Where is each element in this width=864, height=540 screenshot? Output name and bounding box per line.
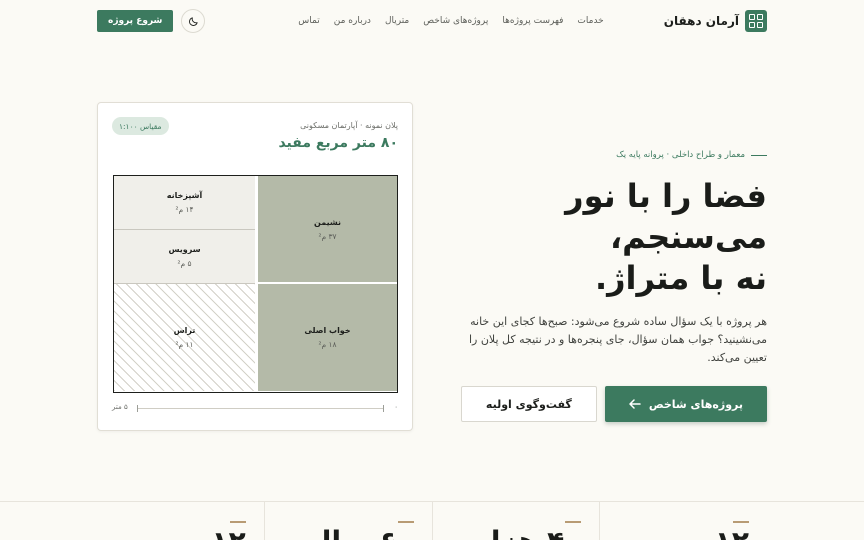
room-master-bedroom: خواب اصلی ۱۸ م² — [257, 284, 397, 391]
hero-actions: پروژه‌های شاخص گفت‌وگوی اولیه — [460, 386, 767, 422]
scale-bar-line — [137, 408, 384, 409]
menu-item-materials[interactable]: متریال — [385, 16, 409, 26]
main-menu: خدمات فهرست پروژه‌ها پروژه‌های شاخص متری… — [298, 16, 603, 26]
featured-projects-button[interactable]: پروژه‌های شاخص — [604, 386, 767, 422]
scale-bar: ۰ ۵ متر — [112, 403, 398, 413]
initial-consultation-button[interactable]: گفت‌وگوی اولیه — [460, 386, 597, 422]
nav-tools: شروع پروژه — [97, 9, 206, 33]
stat-accent — [229, 521, 246, 523]
stat-accent — [565, 521, 582, 523]
room-kitchen: آشپزخانه ۱۴ م² — [114, 176, 255, 230]
hero: معمار و طراح داخلی · پروانه پایه یک فضا … — [460, 150, 768, 422]
room-area: ۱۱ م² — [175, 340, 194, 349]
menu-item-contact[interactable]: تماس — [298, 16, 319, 26]
room-bathroom: سرویس ۵ م² — [114, 230, 255, 284]
scale-bar-start: ۰ — [394, 403, 398, 411]
stat-accent — [397, 521, 414, 523]
floor-plan: نشیمن ۳۷ م² آشپزخانه ۱۴ م² سرویس ۵ م² خو… — [113, 175, 398, 393]
hero-lead: هر پروژه با یک سؤال ساده شروع می‌شود: صب… — [468, 315, 767, 364]
menu-item-services[interactable]: خدمات — [577, 16, 603, 26]
room-area: ۳۷ م² — [318, 231, 337, 241]
arrow-left-icon — [629, 399, 641, 409]
menu-item-project-list[interactable]: فهرست پروژه‌ها — [502, 16, 563, 26]
room-area: ۱۸ م² — [318, 340, 337, 349]
stat-item: ۴۰ هزار — [431, 502, 600, 540]
room-area: ۱۴ م² — [175, 205, 194, 214]
hero-eyebrow: معمار و طراح داخلی · پروانه پایه یک — [461, 150, 767, 160]
featured-projects-label: پروژه‌های شاخص — [648, 397, 743, 411]
start-project-button[interactable]: شروع پروژه — [97, 10, 174, 32]
room-terrace: تراس ۱۱ م² — [114, 284, 255, 391]
headline-line-1: فضا را با نور می‌سنجم، — [565, 177, 767, 256]
menu-item-featured-projects[interactable]: پروژه‌های شاخص — [423, 16, 488, 26]
brand[interactable]: آرمان دهقان — [664, 10, 767, 32]
room-name: تراس — [173, 326, 196, 335]
stat-accent — [733, 521, 749, 523]
headline-line-2: نه با متراژ. — [594, 259, 768, 297]
floor-plan-card: پلان نمونه · آپارتمان مسکونی ۸۰ متر مربع… — [97, 102, 413, 431]
stats-row: ۱۲ ۴۰ هزار ۶۰ سال ۱۲ — [97, 502, 767, 540]
scale-bar-tick — [137, 405, 138, 412]
stat-value: ۱۲ — [715, 525, 749, 540]
scale-badge: مقیاس ۱:۱۰۰ — [112, 117, 169, 135]
eyebrow-text: معمار و طراح داخلی · پروانه پایه یک — [616, 150, 745, 160]
room-living: نشیمن ۳۷ م² — [257, 176, 397, 283]
moon-icon — [188, 16, 198, 26]
plan-card-title: ۸۰ متر مربع مفید — [278, 135, 398, 151]
menu-item-about[interactable]: درباره من — [334, 16, 371, 26]
scale-bar-length: ۵ متر — [112, 403, 128, 411]
room-name: نشیمن — [314, 217, 341, 227]
scale-bar-tick — [383, 405, 384, 412]
plan-card-label: پلان نمونه · آپارتمان مسکونی — [300, 121, 398, 130]
eyebrow-rule — [751, 154, 767, 156]
stat-item: ۶۰ سال — [263, 502, 432, 540]
top-nav: آرمان دهقان خدمات فهرست پروژه‌ها پروژه‌ه… — [97, 9, 767, 33]
grid-logo-icon — [745, 10, 767, 32]
stat-value: ۱۲ — [212, 525, 246, 540]
stat-item: ۱۲ — [97, 502, 264, 540]
stat-value: ۴۰ هزار — [475, 525, 581, 540]
room-name: آشپزخانه — [166, 191, 203, 200]
room-name: سرویس — [168, 245, 201, 254]
room-name: خواب اصلی — [304, 326, 351, 335]
theme-toggle-button[interactable] — [181, 9, 206, 33]
hero-headline: فضا را با نور می‌سنجم، نه با متراژ. — [461, 176, 767, 299]
room-area: ۵ م² — [177, 259, 192, 268]
stat-value: ۶۰ سال — [307, 525, 413, 540]
stat-item: ۱۲ — [599, 502, 767, 540]
brand-name: آرمان دهقان — [663, 14, 739, 28]
